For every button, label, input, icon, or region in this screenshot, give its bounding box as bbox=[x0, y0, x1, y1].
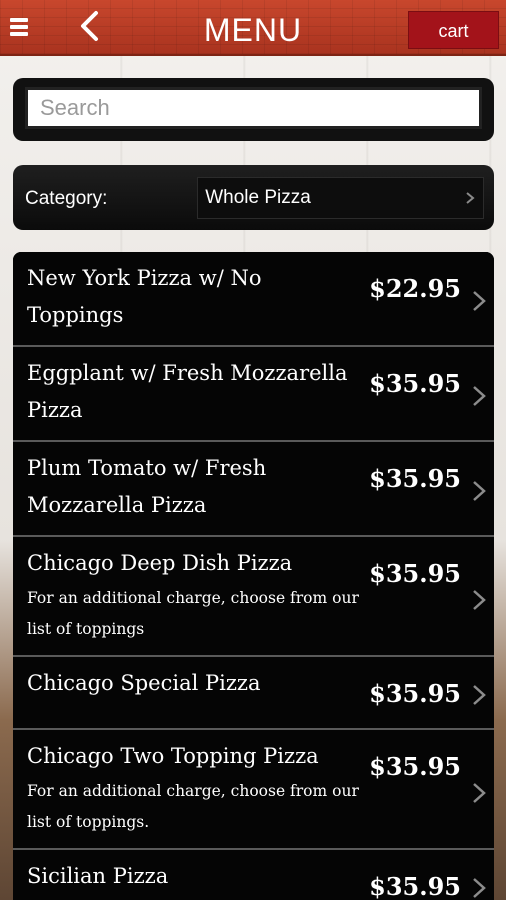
item-price: $35.95 bbox=[369, 752, 461, 781]
search-input[interactable] bbox=[25, 87, 482, 129]
category-bar: Category: Whole Pizza bbox=[13, 165, 494, 230]
top-bar: MENU cart bbox=[0, 0, 506, 56]
item-price: $35.95 bbox=[369, 872, 461, 900]
chevron-right-icon bbox=[473, 386, 486, 406]
item-price: $22.95 bbox=[369, 274, 461, 303]
item-description: For an additional charge, choose from ou… bbox=[27, 782, 359, 831]
chevron-right-icon bbox=[473, 685, 486, 705]
list-item[interactable]: Chicago Two Topping Pizza For an additio… bbox=[13, 730, 494, 850]
item-description: For an additional charge, choose from ou… bbox=[27, 589, 359, 638]
search-bar bbox=[13, 78, 494, 141]
item-name: Sicilian Pizza bbox=[27, 864, 169, 888]
chevron-right-icon bbox=[473, 291, 486, 311]
item-name: Eggplant w/ Fresh Mozzarella Pizza bbox=[27, 361, 348, 422]
chevron-right-icon bbox=[466, 192, 475, 204]
chevron-right-icon bbox=[473, 783, 486, 803]
cart-button[interactable]: cart bbox=[408, 11, 499, 49]
list-item[interactable]: Eggplant w/ Fresh Mozzarella Pizza $35.9… bbox=[13, 347, 494, 442]
chevron-right-icon bbox=[473, 590, 486, 610]
category-label: Category: bbox=[25, 188, 108, 209]
menu-list: New York Pizza w/ No Toppings $22.95 Egg… bbox=[13, 252, 494, 900]
category-value: Whole Pizza bbox=[205, 187, 311, 208]
chevron-right-icon bbox=[473, 878, 486, 898]
list-item[interactable]: New York Pizza w/ No Toppings $22.95 bbox=[13, 252, 494, 347]
list-item[interactable]: Plum Tomato w/ Fresh Mozzarella Pizza $3… bbox=[13, 442, 494, 537]
item-name: Chicago Special Pizza bbox=[27, 671, 261, 695]
list-item[interactable]: Sicilian Pizza $35.95 bbox=[13, 850, 494, 900]
item-price: $35.95 bbox=[369, 369, 461, 398]
item-price: $35.95 bbox=[369, 679, 461, 708]
item-name: Chicago Deep Dish Pizza bbox=[27, 551, 293, 575]
item-name: Plum Tomato w/ Fresh Mozzarella Pizza bbox=[27, 456, 267, 517]
category-select[interactable]: Whole Pizza bbox=[197, 177, 484, 219]
item-price: $35.95 bbox=[369, 464, 461, 493]
item-price: $35.95 bbox=[369, 559, 461, 588]
list-item[interactable]: Chicago Special Pizza $35.95 bbox=[13, 657, 494, 730]
list-item[interactable]: Chicago Deep Dish Pizza For an additiona… bbox=[13, 537, 494, 657]
item-name: Chicago Two Topping Pizza bbox=[27, 744, 319, 768]
item-name: New York Pizza w/ No Toppings bbox=[27, 266, 262, 327]
chevron-right-icon bbox=[473, 481, 486, 501]
